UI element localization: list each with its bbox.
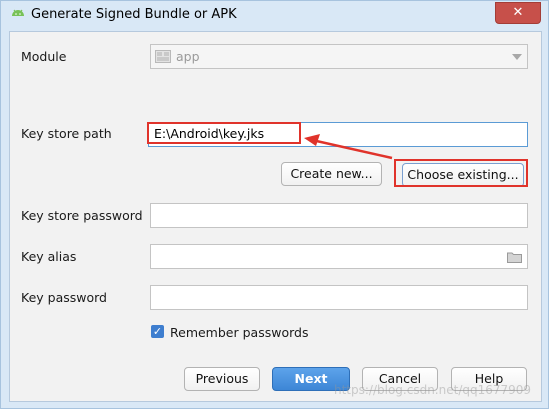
- key-store-path-value: E:\Android\key.jks: [154, 126, 265, 141]
- choose-existing-label: Choose existing...: [407, 167, 519, 182]
- remember-passwords-label: Remember passwords: [170, 325, 309, 340]
- title-bar: Generate Signed Bundle or APK ✕: [1, 1, 548, 31]
- create-new-button[interactable]: Create new...: [281, 162, 382, 186]
- key-store-password-label: Key store password: [21, 208, 143, 223]
- key-store-path-label: Key store path: [21, 126, 112, 141]
- window-title: Generate Signed Bundle or APK: [31, 7, 237, 22]
- module-label: Module: [21, 49, 67, 64]
- close-icon: ✕: [512, 5, 524, 20]
- create-new-label: Create new...: [290, 166, 373, 181]
- module-icon: [155, 50, 171, 63]
- module-select[interactable]: app: [150, 44, 528, 69]
- dialog-window: Generate Signed Bundle or APK ✕ Module a…: [0, 0, 549, 409]
- annotation-arrow-icon: [304, 134, 393, 160]
- close-button[interactable]: ✕: [495, 2, 541, 24]
- previous-label: Previous: [195, 371, 249, 386]
- watermark-text: https://blog.csdn.net/qq1677909: [334, 383, 532, 397]
- remember-passwords-checkbox[interactable]: ✓: [151, 325, 164, 338]
- next-label: Next: [294, 371, 328, 386]
- previous-button[interactable]: Previous: [184, 367, 260, 391]
- checkmark-icon: ✓: [152, 325, 163, 338]
- key-password-label: Key password: [21, 290, 107, 305]
- key-alias-input[interactable]: [150, 244, 528, 269]
- chevron-down-icon[interactable]: [512, 54, 522, 60]
- dialog-content: Module app Key store path E:\Android\key…: [9, 31, 542, 402]
- key-password-input[interactable]: [150, 285, 528, 310]
- module-value: app: [176, 49, 200, 64]
- key-alias-label: Key alias: [21, 249, 77, 264]
- key-store-password-input[interactable]: [150, 203, 528, 228]
- android-icon: [12, 9, 24, 16]
- folder-icon[interactable]: [507, 251, 522, 263]
- choose-existing-button[interactable]: Choose existing...: [402, 163, 524, 187]
